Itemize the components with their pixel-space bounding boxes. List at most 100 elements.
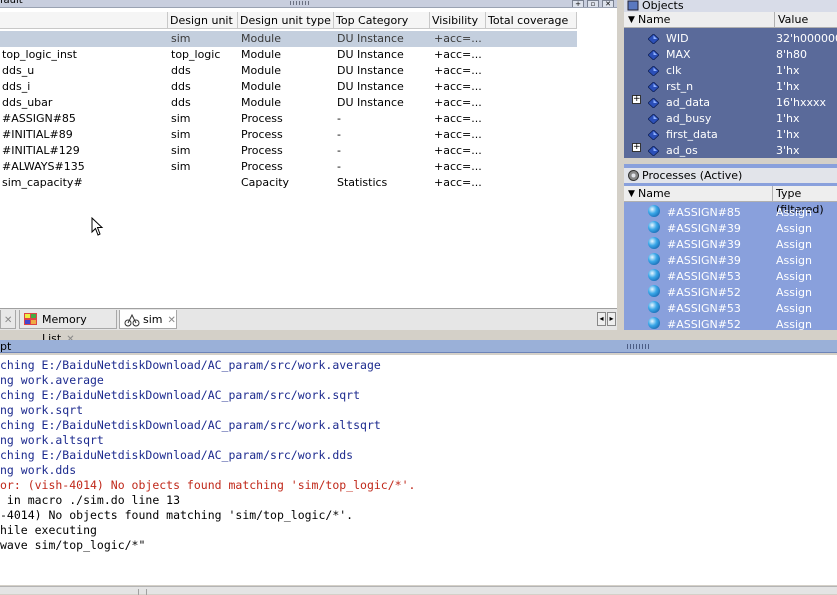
transcript-line: ng work.sqrt (0, 403, 84, 417)
signal-diamond-icon (648, 34, 659, 44)
header-total-coverage[interactable]: Total coverage (486, 12, 577, 29)
object-row[interactable]: + ad_os 3'hx (624, 143, 837, 158)
instance-name: sim_capacity# (2, 176, 83, 189)
process-name: #ASSIGN#52 (667, 318, 741, 330)
objects-title: Objects (624, 0, 837, 12)
header-design-unit-type[interactable]: Design unit type (238, 12, 334, 29)
table-row[interactable]: dds_u dds Module DU Instance +acc=... (0, 63, 577, 79)
object-value: 1'hx (776, 128, 800, 141)
design-unit-type: Process (241, 160, 283, 173)
object-row[interactable]: ad_busy 1'hx (624, 111, 837, 127)
process-row[interactable]: #ASSIGN#53 Assign (624, 301, 837, 317)
close-tab-icon[interactable]: ✕ (168, 315, 176, 326)
objects-col-value[interactable]: Value (774, 12, 808, 28)
table-row[interactable]: #ALWAYS#135 sim Process - +acc=... (0, 159, 577, 175)
design-unit: sim (171, 128, 191, 141)
close-icon[interactable]: ✕ (602, 0, 614, 7)
tab-sim-label: sim (143, 313, 163, 326)
process-row[interactable]: #ASSIGN#39 Assign (624, 221, 837, 237)
object-row[interactable]: + ad_data 16'hxxxx (624, 95, 837, 111)
object-row[interactable]: MAX 8'h80 (624, 47, 837, 63)
sort-icon[interactable]: ▼ (628, 12, 635, 28)
table-row[interactable]: dds_i dds Module DU Instance +acc=... (0, 79, 577, 95)
processes-pane: Processes (Active) ▼ Name Type (filtered… (624, 164, 837, 330)
sort-icon[interactable]: ▼ (628, 186, 635, 202)
expand-icon[interactable]: + (632, 95, 641, 104)
table-row[interactable]: sim Module DU Instance +acc=... (0, 31, 577, 47)
table-row[interactable]: #INITIAL#129 sim Process - +acc=... (0, 143, 577, 159)
transcript-console[interactable]: ching E:/BaiduNetdiskDownload/AC_param/s… (0, 355, 837, 585)
signal-diamond-icon (648, 98, 659, 108)
expand-icon[interactable]: + (632, 143, 641, 152)
design-unit-type: Module (241, 80, 281, 93)
transcript-line: ching E:/BaiduNetdiskDownload/AC_param/s… (0, 388, 361, 402)
header-visibility[interactable]: Visibility (430, 12, 486, 29)
object-row[interactable]: rst_n 1'hx (624, 79, 837, 95)
process-icon (648, 269, 660, 281)
close-tab-icon[interactable]: ✕ (4, 315, 12, 326)
undock-icon[interactable]: ▫ (587, 0, 599, 7)
process-icon (648, 221, 660, 233)
object-value: 16'hxxxx (776, 96, 827, 109)
process-type: Assign (776, 270, 812, 283)
drag-grip-icon[interactable] (290, 1, 310, 5)
instance-name: dds_i (2, 80, 31, 93)
transcript-line: wave sim/top_logic/*" (0, 538, 146, 552)
table-row[interactable]: top_logic_inst top_logic Module DU Instance… (0, 47, 577, 63)
instance-name: #INITIAL#89 (2, 128, 73, 141)
structure-titlebar[interactable]: fault + ▫ ✕ (0, 0, 617, 8)
transcript-line: or: (vish-4014) No objects found matchin… (0, 478, 416, 492)
dock-icon[interactable]: + (572, 0, 584, 7)
table-row[interactable]: sim_capacity# Capacity Statistics +acc=... (0, 175, 577, 191)
top-category: DU Instance (337, 32, 404, 45)
transcript-titlebar[interactable]: pt (0, 340, 837, 353)
top-category: DU Instance (337, 64, 404, 77)
mouse-cursor-icon (91, 217, 104, 236)
header-instance[interactable] (0, 12, 168, 29)
tab-scroll-right-icon[interactable]: ▸ (607, 312, 616, 326)
tab-scroll-left-icon[interactable]: ◂ (597, 312, 606, 326)
object-row[interactable]: clk 1'hx (624, 63, 837, 79)
table-row[interactable]: #ASSIGN#85 sim Process - +acc=... (0, 111, 577, 127)
process-row[interactable]: #ASSIGN#39 Assign (624, 253, 837, 269)
process-row[interactable]: #ASSIGN#39 Assign (624, 237, 837, 253)
tab-sim[interactable]: sim ✕ (119, 310, 177, 329)
processes-col-name[interactable]: Name (638, 186, 670, 202)
object-value: 1'hx (776, 112, 800, 125)
visibility: +acc=... (434, 176, 482, 189)
processes-header: ▼ Name Type (filtered) (624, 186, 837, 216)
process-type: Assign (776, 238, 812, 251)
visibility: +acc=... (434, 112, 482, 125)
object-row[interactable]: first_data 1'hx (624, 127, 837, 143)
process-name: #ASSIGN#53 (667, 302, 741, 315)
table-row[interactable]: #INITIAL#89 sim Process - +acc=... (0, 127, 577, 143)
transcript-line: ng work.altsqrt (0, 433, 104, 447)
signal-diamond-icon (648, 114, 659, 124)
header-top-category[interactable]: Top Category (334, 12, 430, 29)
visibility: +acc=... (434, 32, 482, 45)
visibility: +acc=... (434, 96, 482, 109)
tab-memory-list[interactable]: Memory List✕ (19, 310, 117, 345)
design-unit: sim (171, 160, 191, 173)
process-type: Assign (776, 206, 812, 219)
header-design-unit[interactable]: Design unit (168, 12, 238, 29)
process-type: Assign (776, 222, 812, 235)
tab-hidden[interactable]: ✕ (0, 310, 16, 329)
transcript-line: in macro ./sim.do line 13 (0, 493, 181, 507)
object-row[interactable]: WID 32'h00000010 (624, 31, 837, 47)
process-row[interactable]: #ASSIGN#85 Assign (624, 205, 837, 221)
table-row[interactable]: dds_ubar dds Module DU Instance +acc=... (0, 95, 577, 111)
process-row[interactable]: #ASSIGN#52 Assign (624, 317, 837, 330)
design-unit-type: Module (241, 32, 281, 45)
objects-col-name[interactable]: Name (638, 12, 670, 28)
object-value: 1'hx (776, 80, 800, 93)
processes-col-type[interactable]: Type (filtered) (772, 186, 837, 216)
drag-grip-icon[interactable] (627, 344, 649, 349)
top-category: - (337, 144, 341, 157)
transcript-line: hile executing (0, 523, 97, 537)
structure-title: fault (0, 0, 23, 6)
process-row[interactable]: #ASSIGN#53 Assign (624, 269, 837, 285)
transcript-line: ching E:/BaiduNetdiskDownload/AC_param/s… (0, 448, 354, 462)
process-row[interactable]: #ASSIGN#52 Assign (624, 285, 837, 301)
status-divider (146, 589, 147, 595)
